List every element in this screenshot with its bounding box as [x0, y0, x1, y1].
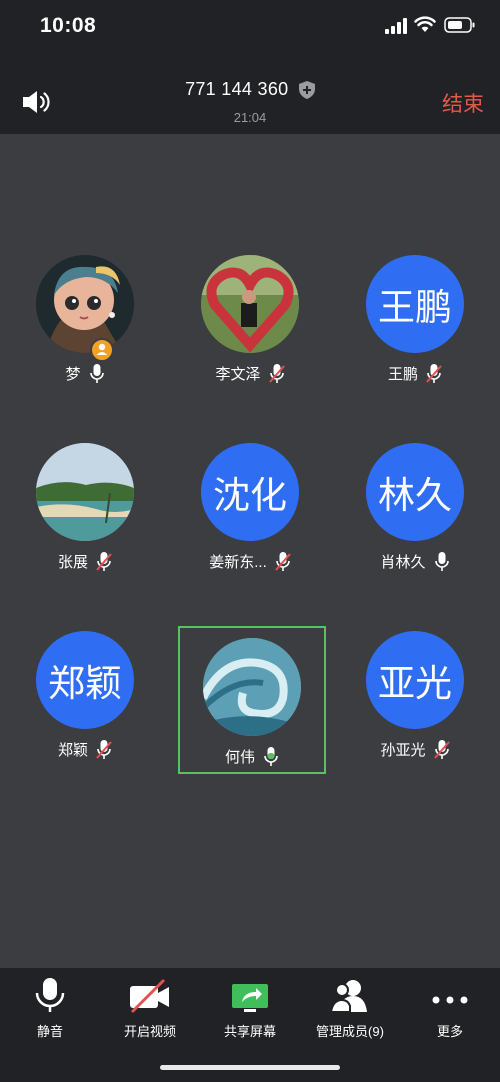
microphone-on-icon: [89, 363, 104, 383]
start-video-button[interactable]: 开启视频: [100, 968, 200, 1048]
participant-name: 何伟: [224, 749, 255, 766]
participant-avatar: 沈化: [201, 443, 299, 541]
microphone-icon: [35, 978, 65, 1012]
battery-icon: [444, 17, 475, 33]
participant-avatar: [36, 443, 134, 541]
heart-photo-icon: [201, 255, 299, 353]
manage-members-button[interactable]: 管理成员(9): [300, 968, 400, 1048]
participant-avatar: [203, 638, 301, 736]
video-off-icon: [130, 978, 169, 1014]
microphone-muted-icon: [433, 739, 450, 759]
members-icon: [330, 980, 367, 1013]
microphone-speaking-icon: [264, 746, 278, 766]
share-screen-button[interactable]: 共享屏幕: [200, 968, 300, 1048]
participant-tile[interactable]: 郑颖 郑颖: [13, 621, 157, 765]
microphone-muted-icon: [268, 363, 285, 383]
wave-photo-icon: [203, 638, 301, 736]
microphone-muted-icon: [96, 551, 112, 571]
more-dots-icon: [432, 996, 468, 1004]
participant-avatar: 亚光: [366, 631, 464, 729]
beach-photo-icon: [36, 443, 134, 541]
microphone-muted-icon: [96, 739, 112, 759]
more-label: 更多: [436, 1024, 463, 1039]
participant-name: 王鹏: [387, 366, 418, 383]
microphone-muted-icon: [274, 551, 291, 571]
host-badge-icon: [90, 338, 114, 362]
participant-name: 孙亚光: [380, 742, 426, 759]
participant-avatar: 林久: [366, 443, 464, 541]
microphone-muted-icon: [426, 363, 442, 383]
participant-avatar: [201, 255, 299, 353]
mute-button[interactable]: 静音: [0, 968, 100, 1048]
meeting-info: 771 144 360: [0, 79, 500, 100]
participant-avatar: 王鹏: [366, 255, 464, 353]
meeting-duration: 21:04: [233, 110, 267, 125]
wifi-icon: [414, 16, 436, 32]
participant-tile[interactable]: 林久 肖林久: [343, 433, 487, 577]
girl-portrait-icon: [36, 255, 134, 353]
mute-label: 静音: [36, 1024, 63, 1039]
participant-tile[interactable]: 王鹏 王鹏: [343, 245, 487, 389]
participant-name: 李文泽: [215, 366, 261, 383]
participant-name: 肖林久: [380, 554, 426, 571]
home-indicator[interactable]: [160, 1065, 340, 1070]
participant-tile[interactable]: 梦: [13, 245, 157, 389]
start-video-label: 开启视频: [123, 1024, 176, 1039]
participant-name: 张展: [57, 554, 88, 571]
manage-members-label: 管理成员(9): [316, 1024, 384, 1039]
participant-tile[interactable]: 张展: [13, 433, 157, 577]
end-meeting-button[interactable]: 结束: [442, 88, 484, 118]
more-button[interactable]: 更多: [400, 968, 500, 1048]
participant-tile[interactable]: 李文泽: [178, 245, 322, 389]
participant-tile[interactable]: 亚光 孙亚光: [343, 621, 487, 765]
meeting-id[interactable]: 771 144 360: [185, 79, 288, 99]
microphone-on-icon: [434, 551, 449, 571]
security-shield-icon[interactable]: [298, 80, 315, 99]
participant-name: 郑颖: [57, 742, 88, 759]
status-bar: 10:08: [0, 0, 500, 50]
share-screen-label: 共享屏幕: [223, 1024, 276, 1039]
participant-name: 梦: [65, 366, 81, 383]
cellular-signal-icon: [385, 18, 407, 34]
status-time: 10:08: [40, 14, 97, 37]
participant-avatar: [36, 255, 134, 353]
participant-tile[interactable]: 沈化 姜新东...: [178, 433, 322, 577]
participant-name: 姜新东...: [209, 554, 267, 571]
participant-avatar: 郑颖: [36, 631, 134, 729]
share-screen-icon: [232, 984, 268, 1012]
active-speaker-tile[interactable]: 何伟: [178, 626, 326, 774]
